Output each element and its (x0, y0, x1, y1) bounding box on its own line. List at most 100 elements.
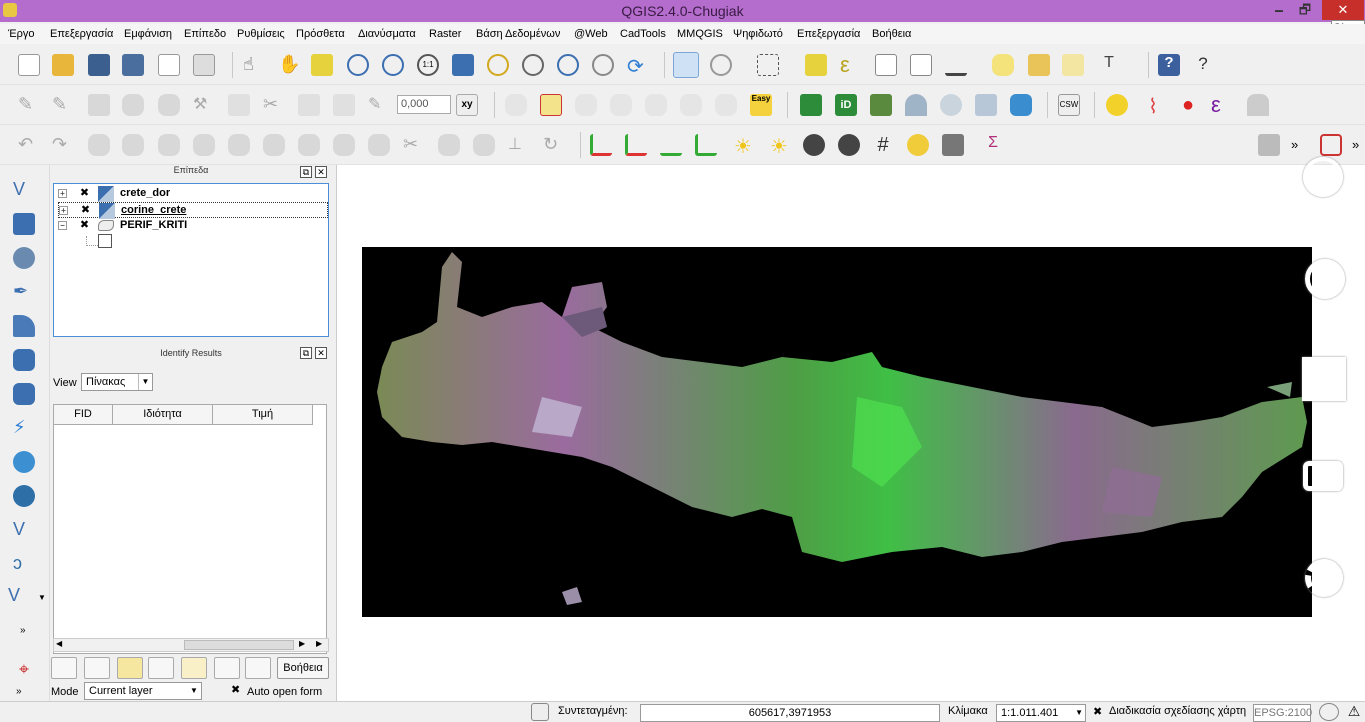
menu-view[interactable]: Εμφάνιση (124, 28, 172, 40)
menu-vector[interactable]: Διανύσματα (358, 28, 416, 40)
plugin-stack-icon[interactable] (940, 94, 962, 116)
measure-line-icon[interactable] (945, 54, 967, 76)
close-panel-button[interactable]: ✕ (315, 347, 327, 359)
toolbar-overflow-icon[interactable]: » (1291, 137, 1298, 152)
help-contents-icon[interactable]: ? (1158, 54, 1180, 76)
zoom-actual-icon[interactable]: 1:1 (417, 54, 439, 76)
expand-toolbar-icon[interactable]: » (20, 625, 26, 636)
reshape-features-icon[interactable] (298, 134, 320, 156)
composer-manager-icon[interactable] (193, 54, 215, 76)
add-gpx-layer-icon[interactable]: ↄ (13, 553, 35, 575)
merge-features-icon[interactable] (438, 134, 460, 156)
plugin-hills-icon[interactable] (1247, 94, 1269, 116)
zoom-to-layer-icon[interactable] (522, 54, 544, 76)
zoom-to-selection-icon[interactable] (487, 54, 509, 76)
deselect-icon[interactable] (805, 54, 827, 76)
menu-help[interactable]: Βοήθεια (872, 28, 911, 40)
scroll-right-icon[interactable]: ▶ (299, 639, 305, 648)
zonal-stats-icon[interactable]: Σ (976, 134, 998, 156)
layer-visibility-checkbox[interactable]: ✖ (80, 205, 91, 216)
pan-icon[interactable]: ✋ (278, 54, 300, 76)
add-feature-icon[interactable] (122, 94, 144, 116)
save-edits-icon[interactable] (88, 94, 110, 116)
move-label-icon[interactable] (645, 94, 667, 116)
paste-features-icon[interactable] (333, 94, 355, 116)
collapse-icon[interactable]: − (58, 221, 67, 230)
pan-to-selection-icon[interactable] (311, 54, 333, 76)
line-tool-icon[interactable]: ⌇ (1142, 94, 1164, 118)
scale-combobox[interactable]: 1:1.011.401 ▼ (996, 704, 1086, 722)
fill-ring-icon[interactable] (193, 134, 215, 156)
devices-charm-icon[interactable] (1303, 461, 1343, 491)
render-checkbox[interactable]: ✖ (1093, 705, 1102, 718)
map-canvas[interactable] (336, 157, 1365, 701)
scroll-left-icon[interactable]: ◀ (56, 639, 62, 648)
zoom-last-icon[interactable] (557, 54, 579, 76)
zoom-out-icon[interactable] (382, 54, 404, 76)
expand-tree-button[interactable] (51, 657, 77, 679)
map-tips-icon[interactable] (992, 54, 1014, 76)
contrast-down-icon[interactable] (838, 134, 860, 156)
crete-raster-image[interactable] (362, 247, 1312, 617)
coordinate-capture-icon[interactable]: xy (456, 94, 478, 116)
save-project-icon[interactable] (88, 54, 110, 76)
dropdown-arrow-icon[interactable]: ▼ (38, 593, 46, 602)
grid-icon[interactable]: # (872, 134, 894, 156)
mode-select[interactable]: Current layer ▼ (84, 682, 202, 700)
expression-select-icon[interactable]: ε (840, 52, 862, 77)
attribute-table-icon[interactable] (875, 54, 897, 76)
easy-labels-icon[interactable]: Easy (750, 94, 772, 116)
histogram-full-icon[interactable] (695, 134, 717, 156)
horizontal-scrollbar[interactable]: ◀ ▶ ▶ (53, 638, 329, 652)
clear-results-button[interactable] (148, 657, 174, 679)
new-project-icon[interactable] (18, 54, 40, 76)
undo-icon[interactable]: ↶ (18, 134, 40, 156)
epsilon-plus-icon[interactable]: ε (1211, 92, 1233, 117)
menu-edit[interactable]: Επεξεργασία (50, 28, 113, 40)
identify-features-icon[interactable] (673, 52, 699, 78)
share-charm-icon[interactable] (1305, 259, 1345, 299)
field-calculator-icon[interactable] (910, 54, 932, 76)
menu-project[interactable]: Έργο (8, 28, 35, 40)
float-panel-button[interactable]: ⧉ (300, 166, 312, 178)
crs-status-button[interactable]: EPSG:2100 (1253, 704, 1312, 722)
graph-plugin-icon[interactable] (1320, 134, 1342, 156)
run-action-icon[interactable] (710, 54, 732, 76)
menu-raster[interactable]: Raster (429, 28, 461, 40)
print-selected-button[interactable] (245, 657, 271, 679)
redo-icon[interactable]: ↷ (52, 134, 74, 156)
crs-globe-icon[interactable] (1319, 703, 1339, 721)
open-project-icon[interactable] (52, 54, 74, 76)
scrollbar-thumb[interactable] (184, 640, 294, 650)
show-bookmarks-icon[interactable] (1062, 54, 1084, 76)
symbol-swatch[interactable] (98, 234, 112, 248)
rotate-label-icon-2[interactable] (680, 94, 702, 116)
rotate-label-icon[interactable]: ✎ (368, 94, 390, 116)
histogram-red-icon[interactable] (590, 134, 612, 156)
raster-calc-icon[interactable] (942, 134, 964, 156)
histogram-stretch-icon[interactable] (625, 134, 647, 156)
layer-row-corine-crete[interactable]: + ✖ corine_crete (58, 202, 328, 219)
change-label-icon[interactable] (715, 94, 737, 116)
column-header-value[interactable]: Τιμή (213, 405, 313, 425)
results-table[interactable]: FID Ιδιότητα Τιμή (53, 404, 327, 654)
pin-labels-icon[interactable] (575, 94, 597, 116)
whats-this-icon[interactable]: ? (1192, 54, 1214, 76)
menu-database[interactable]: Βάση Δεδομένων (476, 28, 560, 40)
zoom-in-icon[interactable] (347, 54, 369, 76)
toggle-extents-icon[interactable] (531, 703, 549, 721)
add-part-icon[interactable] (158, 134, 180, 156)
add-oracle-layer-icon[interactable] (13, 349, 35, 371)
heatmap-icon[interactable] (907, 134, 929, 156)
save-as-icon[interactable] (122, 54, 144, 76)
toggle-editing-icon[interactable]: ✎ (52, 94, 74, 116)
expand-new-results-button[interactable] (117, 657, 143, 679)
move-feature-icon[interactable] (158, 94, 180, 116)
expand-icon[interactable]: + (59, 206, 68, 215)
node-tool-icon[interactable]: ⚒ (193, 94, 215, 116)
layer-row-crete-dor[interactable]: + ✖ crete_dor (58, 186, 324, 202)
csw-icon[interactable]: CSW (1058, 94, 1080, 116)
zoom-full-icon[interactable] (452, 54, 474, 76)
expand-toolbar-icon-2[interactable]: » (16, 686, 22, 697)
menu-web[interactable]: @Web (574, 28, 608, 40)
